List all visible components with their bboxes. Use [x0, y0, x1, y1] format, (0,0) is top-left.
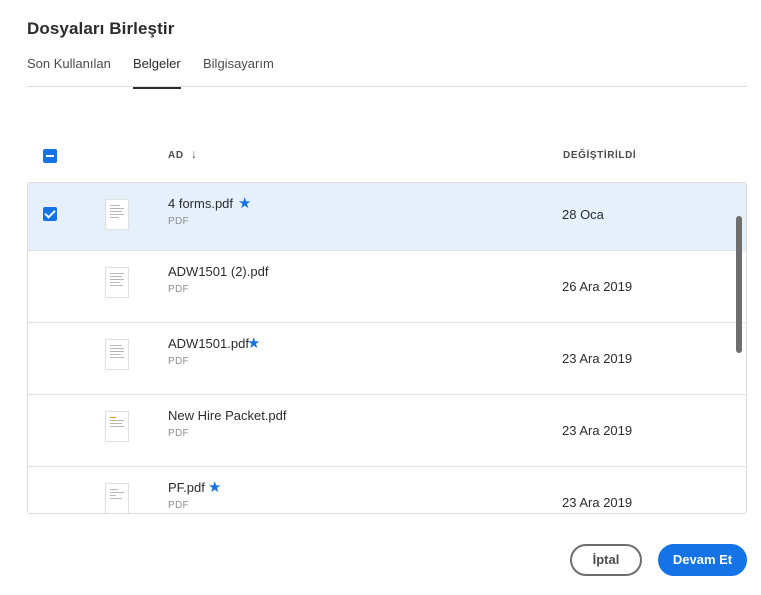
dialog-title: Dosyaları Birleştir: [27, 19, 175, 38]
file-date: 23 Ara 2019: [562, 351, 633, 366]
file-type: PDF: [168, 428, 189, 439]
column-header-modified[interactable]: DEĞİŞTİRİLDİ: [563, 150, 636, 161]
pdf-thumbnail-icon: [105, 267, 129, 298]
tab-my-computer[interactable]: Bilgisayarım: [203, 56, 274, 87]
star-icon[interactable]: ★: [208, 478, 221, 496]
column-header-name[interactable]: AD: [168, 150, 184, 161]
table-row[interactable]: PF.pdf ★ PDF 23 Ara 2019: [28, 467, 746, 513]
file-name: PF.pdf: [168, 480, 205, 495]
file-date: 26 Ara 2019: [562, 279, 633, 294]
file-name: ADW1501.pdf: [168, 336, 249, 351]
pdf-thumbnail-icon: [105, 199, 129, 230]
file-type: PDF: [168, 500, 189, 511]
star-icon[interactable]: ★: [247, 334, 260, 352]
file-name: ADW1501 (2).pdf: [168, 264, 269, 279]
file-date: 23 Ara 2019: [562, 495, 633, 510]
table-row[interactable]: ADW1501 (2).pdf PDF 26 Ara 2019: [28, 251, 746, 323]
tab-recent[interactable]: Son Kullanılan: [27, 56, 111, 87]
pdf-thumbnail-icon: [105, 483, 129, 513]
cancel-button[interactable]: İptal: [570, 544, 642, 576]
file-date: 23 Ara 2019: [562, 423, 633, 438]
sort-arrow-down-icon[interactable]: ↓: [191, 147, 197, 161]
file-date: 28 Oca: [562, 207, 604, 222]
file-list: 4 forms.pdf ★ PDF 28 Oca ADW1501 (2).pdf…: [27, 182, 747, 514]
pdf-thumbnail-icon: [105, 339, 129, 370]
file-name: 4 forms.pdf: [168, 196, 234, 211]
file-name: New Hire Packet.pdf: [168, 408, 287, 423]
table-row[interactable]: ADW1501.pdf ★ PDF 23 Ara 2019: [28, 323, 746, 395]
table-row[interactable]: 4 forms.pdf ★ PDF 28 Oca: [28, 183, 746, 251]
scrollbar-thumb[interactable]: [736, 216, 742, 353]
table-row[interactable]: New Hire Packet.pdf PDF 23 Ara 2019: [28, 395, 746, 467]
table-header: AD ↓ DEĞİŞTİRİLDİ: [27, 140, 747, 172]
continue-button[interactable]: Devam Et: [658, 544, 747, 576]
tab-bar: Son Kullanılan Belgeler Bilgisayarım: [27, 54, 747, 89]
file-type: PDF: [168, 216, 189, 227]
star-icon[interactable]: ★: [238, 194, 251, 212]
file-type: PDF: [168, 356, 189, 367]
tab-documents[interactable]: Belgeler: [133, 56, 181, 89]
file-type: PDF: [168, 284, 189, 295]
select-all-checkbox[interactable]: [43, 149, 57, 163]
row-checkbox[interactable]: [43, 207, 57, 221]
pdf-thumbnail-icon: [105, 411, 129, 442]
